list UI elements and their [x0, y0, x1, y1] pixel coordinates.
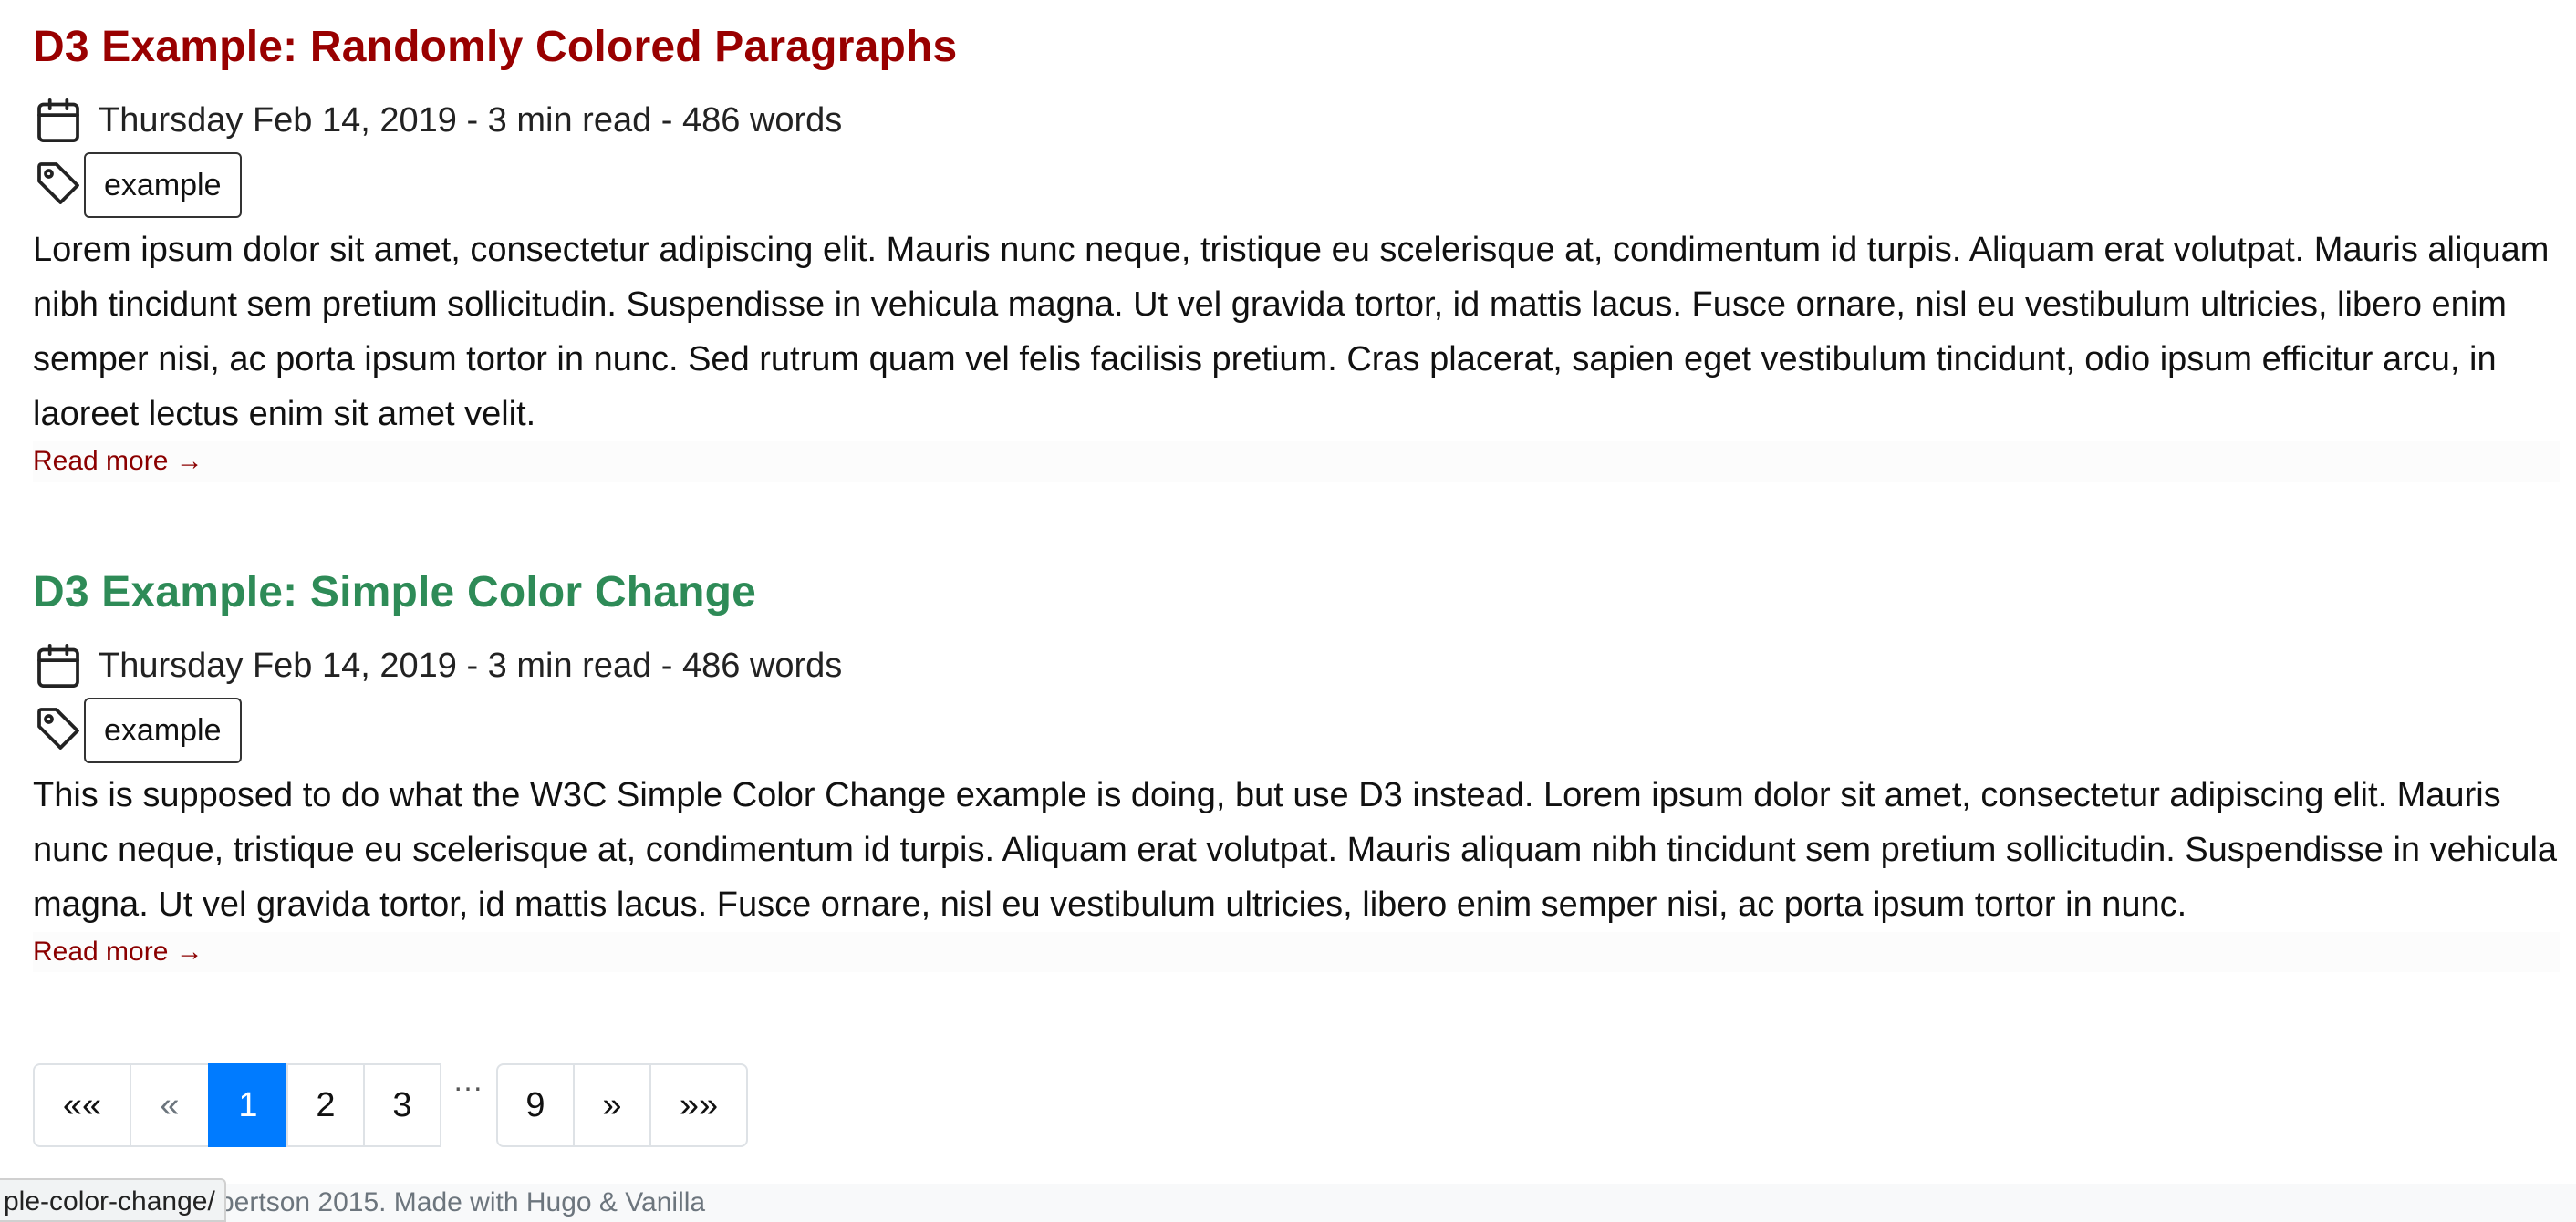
- page-3-button[interactable]: 3: [363, 1063, 441, 1147]
- last-page-button[interactable]: »»: [649, 1063, 748, 1147]
- post-tags: example: [33, 695, 2560, 766]
- page-9-button[interactable]: 9: [496, 1063, 575, 1147]
- post-tags: example: [33, 150, 2560, 221]
- post-card: D3 Example: Simple Color Change Thursday…: [33, 565, 2560, 972]
- footer-copyright: bertson 2015. Made with Hugo & Vanilla: [219, 1187, 706, 1217]
- next-page-button[interactable]: »: [573, 1063, 651, 1147]
- tag-icon: [33, 158, 84, 213]
- read-more-link[interactable]: Read more →: [33, 441, 2560, 482]
- post-date-readtime: Thursday Feb 14, 2019 - 3 min read - 486…: [99, 100, 843, 140]
- calendar-icon: [33, 640, 84, 691]
- post-meta: Thursday Feb 14, 2019 - 3 min read - 486…: [33, 637, 2560, 695]
- post-meta: Thursday Feb 14, 2019 - 3 min read - 486…: [33, 91, 2560, 150]
- post-summary: This is supposed to do what the W3C Simp…: [33, 776, 2558, 924]
- pagination-ellipsis: …: [452, 1063, 485, 1098]
- post-title[interactable]: D3 Example: Randomly Colored Paragraphs: [33, 20, 2560, 75]
- previous-page-button[interactable]: «: [130, 1063, 210, 1147]
- status-url-tooltip: ple-color-change/: [0, 1178, 226, 1222]
- tag-link[interactable]: example: [84, 698, 242, 763]
- first-page-button[interactable]: ««: [33, 1063, 131, 1147]
- calendar-icon: [33, 95, 84, 146]
- read-more-link[interactable]: Read more →: [33, 932, 2560, 972]
- footer: bertson 2015. Made with Hugo & Vanilla: [0, 1184, 2576, 1222]
- page-2-button[interactable]: 2: [286, 1063, 365, 1147]
- post-summary: Lorem ipsum dolor sit amet, consectetur …: [33, 231, 2550, 433]
- page-1-button[interactable]: 1: [208, 1063, 288, 1147]
- post-date-readtime: Thursday Feb 14, 2019 - 3 min read - 486…: [99, 646, 843, 685]
- pagination: «« « 1 2 3 … 9 » »»: [33, 1063, 748, 1147]
- tag-icon: [33, 703, 84, 759]
- post-title[interactable]: D3 Example: Simple Color Change: [33, 565, 2560, 620]
- post-card: D3 Example: Randomly Colored Paragraphs …: [33, 20, 2560, 482]
- tag-link[interactable]: example: [84, 152, 242, 218]
